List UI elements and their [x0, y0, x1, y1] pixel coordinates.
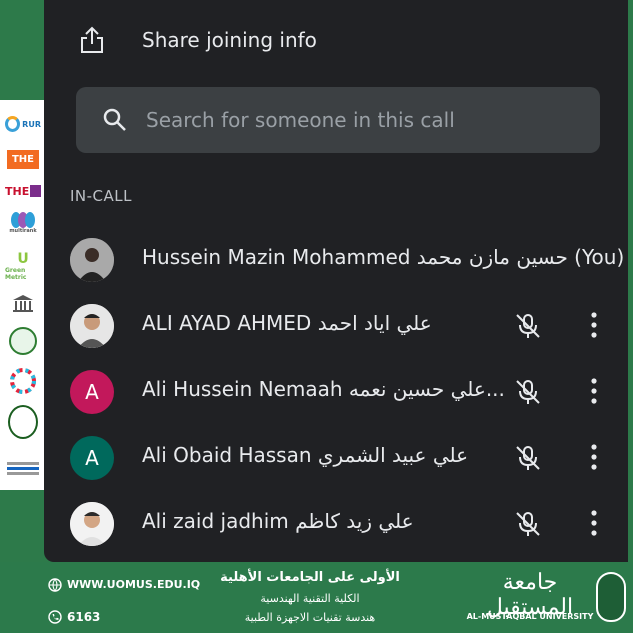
participant-row[interactable]: Ali zaid jadhim علي زيد كاظم — [44, 494, 628, 558]
more-options-icon[interactable] — [582, 376, 606, 406]
avatar — [70, 238, 114, 282]
participant-row[interactable]: A Ali Hussein Nemaah علي حسين نعمه... — [44, 362, 628, 426]
greenmetric-logo: U Green Metric — [5, 251, 29, 281]
rankings-logo-strip: RUR THE THE multirank U Green Metric — [0, 100, 44, 490]
globe-icon — [48, 578, 62, 592]
more-options-icon[interactable] — [582, 442, 606, 472]
avatar — [70, 502, 114, 546]
the-impact-logo: THE — [5, 180, 41, 202]
mic-off-icon[interactable] — [514, 312, 542, 340]
university-footer-banner: WWW.UOMUS.EDU.IQ 6163 الأولى على الجامعا… — [0, 562, 633, 633]
university-name-en: AL-MUSTAQBAL UNIVERSITY — [466, 612, 594, 621]
share-icon — [81, 26, 103, 53]
sdg-wheel-logo — [5, 366, 41, 396]
mic-off-icon[interactable] — [514, 444, 542, 472]
mic-off-icon[interactable] — [514, 378, 542, 406]
participant-row[interactable]: Hussein Mazin Mohammed حسين مازن محمد (Y… — [44, 230, 628, 294]
rur-logo: RUR — [5, 110, 41, 138]
institution-icon — [5, 294, 41, 314]
arab-union-logo — [5, 404, 41, 440]
avatar: A — [70, 370, 114, 414]
more-options-icon[interactable] — [582, 310, 606, 340]
participant-name: Ali Hussein Nemaah علي حسين نعمه... — [142, 377, 505, 401]
participant-name: Ali Obaid Hassan علي عبيد الشمري — [142, 443, 469, 467]
in-call-section-label: IN-CALL — [70, 187, 133, 205]
university-crest-icon — [596, 572, 626, 622]
participant-name: Hussein Mazin Mohammed حسين مازن محمد (Y… — [142, 245, 625, 269]
seal-logo — [5, 326, 41, 356]
footer-line-2: الكلية التقنية الهندسية — [260, 592, 360, 605]
footer-line-3: هندسة تقنيات الاجهزة الطبية — [244, 611, 376, 624]
avatar — [70, 304, 114, 348]
the-logo: THE — [5, 146, 41, 172]
search-icon — [103, 108, 126, 131]
participant-name: ALI AYAD AHMED علي اياد احمد — [142, 311, 432, 335]
share-joining-info-label: Share joining info — [142, 28, 317, 52]
avatar: A — [70, 436, 114, 480]
share-joining-info-button[interactable]: Share joining info — [44, 14, 628, 66]
participant-row[interactable]: ALI AYAD AHMED علي اياد احمد — [44, 296, 628, 360]
search-input[interactable] — [146, 107, 576, 133]
call-participants-panel: Share joining info IN-CALL Hussein Mazin… — [44, 0, 628, 562]
participant-row[interactable]: A Ali Obaid Hassan علي عبيد الشمري — [44, 428, 628, 492]
more-options-icon[interactable] — [582, 508, 606, 538]
website-text: WWW.UOMUS.EDU.IQ — [67, 578, 201, 591]
phone-icon — [48, 610, 62, 624]
universities-assoc-logo — [5, 454, 41, 482]
participant-name: Ali zaid jadhim علي زيد كاظم — [142, 509, 414, 533]
mic-off-icon[interactable] — [514, 510, 542, 538]
phone-text: 6163 — [67, 610, 101, 624]
multirank-logo: multirank — [5, 208, 41, 238]
footer-line-1: الأولى على الجامعات الأهلية — [220, 570, 400, 585]
participant-search-box[interactable] — [76, 87, 600, 153]
